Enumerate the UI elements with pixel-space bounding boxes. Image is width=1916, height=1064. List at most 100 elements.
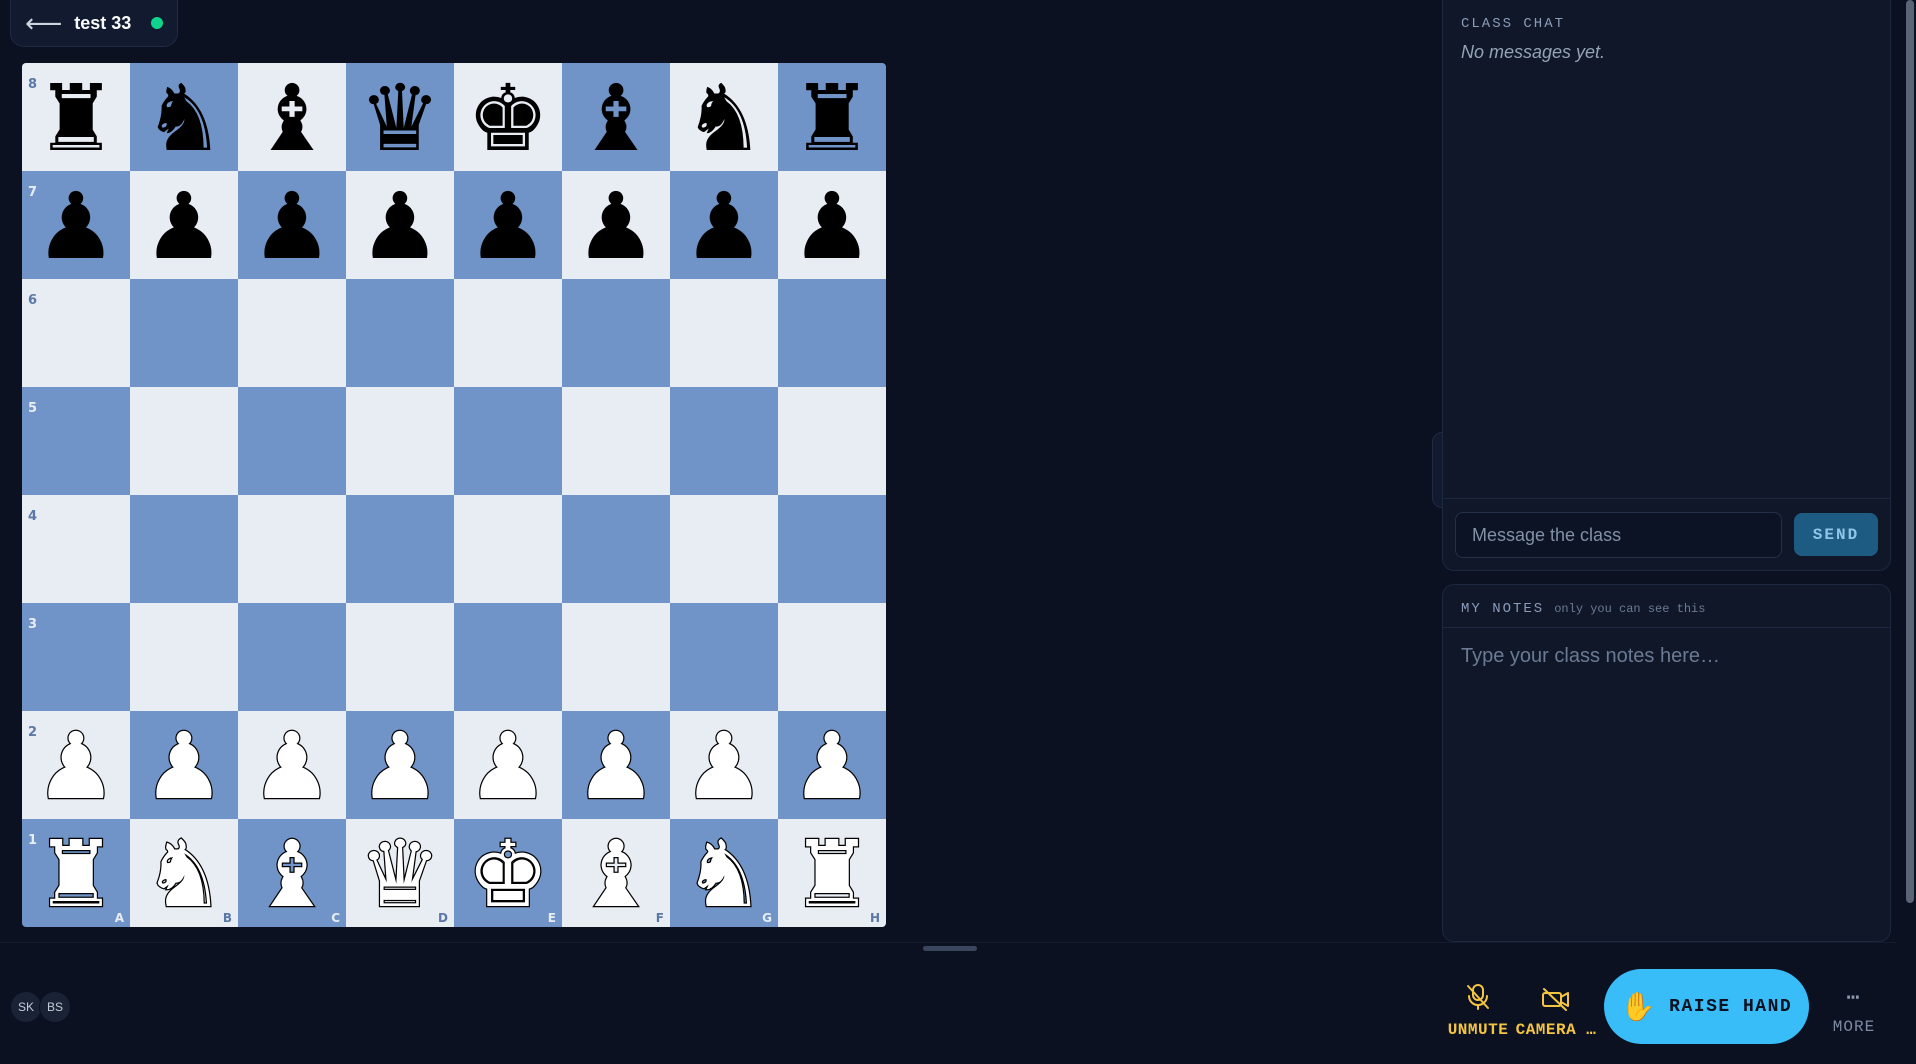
black-rook-icon[interactable]: ♜ [791,73,873,165]
white-rook-icon[interactable]: ♜ [33,827,118,922]
square-f5[interactable] [562,387,670,495]
square-b3[interactable] [130,603,238,711]
square-b2[interactable]: ♟ [130,711,238,819]
square-f6[interactable] [562,279,670,387]
black-pawn-icon[interactable]: ♟ [35,181,117,273]
square-g7[interactable]: ♟ [670,171,778,279]
white-pawn-icon[interactable]: ♟ [141,719,226,814]
black-king-icon[interactable]: ♚ [467,73,549,165]
square-a8[interactable]: 8 ♜ [22,63,130,171]
square-e5[interactable] [454,387,562,495]
square-g8[interactable]: ♞ [670,63,778,171]
white-bishop-icon[interactable]: ♝ [249,827,334,922]
square-b6[interactable] [130,279,238,387]
square-c3[interactable] [238,603,346,711]
square-a2[interactable]: 2 ♟ [22,711,130,819]
white-rook-icon[interactable]: ♜ [789,827,874,922]
square-d3[interactable] [346,603,454,711]
square-e8[interactable]: ♚ [454,63,562,171]
square-h8[interactable]: ♜ [778,63,886,171]
black-rook-icon[interactable]: ♜ [35,73,117,165]
square-c7[interactable]: ♟ [238,171,346,279]
square-d8[interactable]: ♛ [346,63,454,171]
square-f8[interactable]: ♝ [562,63,670,171]
white-knight-icon[interactable]: ♞ [141,827,226,922]
square-e7[interactable]: ♟ [454,171,562,279]
square-d6[interactable] [346,279,454,387]
more-button[interactable]: ⋯ MORE [1826,980,1882,1037]
resize-handle[interactable] [923,946,977,951]
raise-hand-button[interactable]: ✋ RAISE HAND [1604,969,1809,1044]
white-knight-icon[interactable]: ♞ [681,827,766,922]
black-knight-icon[interactable]: ♞ [683,73,765,165]
square-b8[interactable]: ♞ [130,63,238,171]
square-c1[interactable]: C ♝ [238,819,346,927]
square-b7[interactable]: ♟ [130,171,238,279]
square-b5[interactable] [130,387,238,495]
square-a6[interactable]: 6 [22,279,130,387]
square-f3[interactable] [562,603,670,711]
square-b1[interactable]: B ♞ [130,819,238,927]
black-knight-icon[interactable]: ♞ [143,73,225,165]
square-h2[interactable]: ♟ [778,711,886,819]
white-pawn-icon[interactable]: ♟ [249,719,334,814]
square-d1[interactable]: D ♛ [346,819,454,927]
square-d5[interactable] [346,387,454,495]
square-e4[interactable] [454,495,562,603]
black-pawn-icon[interactable]: ♟ [467,181,549,273]
scrollbar-thumb[interactable] [1906,0,1914,903]
square-h4[interactable] [778,495,886,603]
avatar[interactable]: SK [10,991,42,1023]
square-c5[interactable] [238,387,346,495]
square-g3[interactable] [670,603,778,711]
chess-board[interactable]: 8 ♜ ♞ ♝ ♛ ♚ ♝ ♞ ♜ 7 ♟ ♟ ♟ ♟ ♟ ♟ ♟ ♟ 6 5 4 3 2 ♟ ♟ ♟ ♟ ♟ ♟ ♟ ♟ 1 A ♜ B ♞ C ♝ D ♛… [22,63,886,927]
white-king-icon[interactable]: ♚ [465,827,550,922]
black-queen-icon[interactable]: ♛ [359,73,441,165]
white-pawn-icon[interactable]: ♟ [33,719,118,814]
square-g4[interactable] [670,495,778,603]
square-c6[interactable] [238,279,346,387]
chat-message-input[interactable] [1455,512,1782,558]
send-button[interactable]: SEND [1794,513,1878,556]
white-pawn-icon[interactable]: ♟ [573,719,658,814]
page-scrollbar[interactable] [1903,0,1916,1064]
square-g2[interactable]: ♟ [670,711,778,819]
square-e2[interactable]: ♟ [454,711,562,819]
square-e3[interactable] [454,603,562,711]
square-d2[interactable]: ♟ [346,711,454,819]
square-a5[interactable]: 5 [22,387,130,495]
white-queen-icon[interactable]: ♛ [357,827,442,922]
square-g5[interactable] [670,387,778,495]
square-d7[interactable]: ♟ [346,171,454,279]
square-c4[interactable] [238,495,346,603]
square-b4[interactable] [130,495,238,603]
black-pawn-icon[interactable]: ♟ [575,181,657,273]
square-a4[interactable]: 4 [22,495,130,603]
black-bishop-icon[interactable]: ♝ [251,73,333,165]
black-pawn-icon[interactable]: ♟ [359,181,441,273]
white-pawn-icon[interactable]: ♟ [357,719,442,814]
square-a3[interactable]: 3 [22,603,130,711]
square-h5[interactable] [778,387,886,495]
square-f4[interactable] [562,495,670,603]
black-pawn-icon[interactable]: ♟ [251,181,333,273]
white-pawn-icon[interactable]: ♟ [465,719,550,814]
square-h1[interactable]: H ♜ [778,819,886,927]
square-f1[interactable]: F ♝ [562,819,670,927]
notes-textarea[interactable] [1444,635,1889,935]
square-g1[interactable]: G ♞ [670,819,778,927]
square-h6[interactable] [778,279,886,387]
back-arrow-icon[interactable]: ⟵ [25,10,62,36]
square-f2[interactable]: ♟ [562,711,670,819]
square-g6[interactable] [670,279,778,387]
white-pawn-icon[interactable]: ♟ [789,719,874,814]
black-pawn-icon[interactable]: ♟ [791,181,873,273]
unmute-button[interactable]: UNMUTE [1446,975,1510,1039]
square-h3[interactable] [778,603,886,711]
camera-button[interactable]: CAMERA … [1514,975,1598,1039]
square-a1[interactable]: 1 A ♜ [22,819,130,927]
avatar[interactable]: BS [39,991,71,1023]
square-h7[interactable]: ♟ [778,171,886,279]
black-pawn-icon[interactable]: ♟ [683,181,765,273]
square-d4[interactable] [346,495,454,603]
